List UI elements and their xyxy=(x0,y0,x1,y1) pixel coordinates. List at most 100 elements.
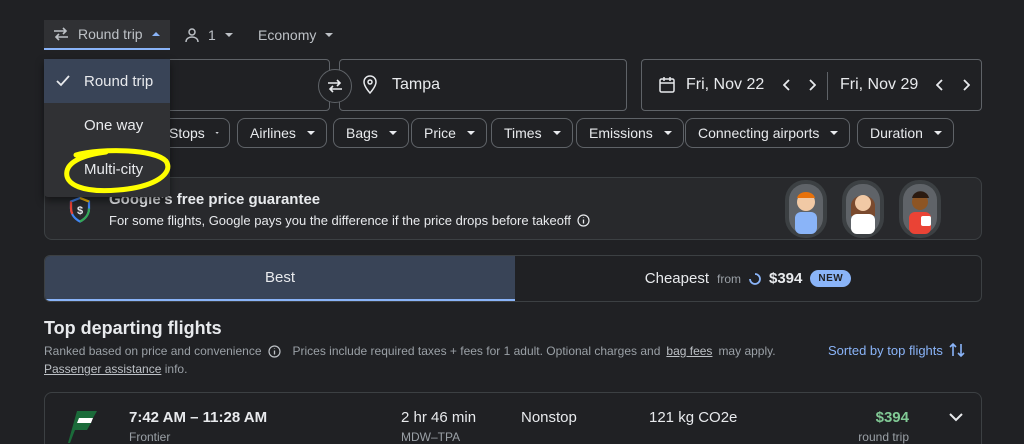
menu-item-label: Round trip xyxy=(84,72,154,90)
filter-duration-label: Duration xyxy=(870,125,923,141)
sort-label: Sorted by top flights xyxy=(828,342,943,358)
filter-emissions[interactable]: Emissions xyxy=(576,118,684,148)
depart-date-next-button[interactable] xyxy=(800,73,824,97)
return-date-prev-button[interactable] xyxy=(928,73,952,97)
sort-button[interactable]: Sorted by top flights xyxy=(828,342,965,358)
filter-price[interactable]: Price xyxy=(411,118,487,148)
filter-price-label: Price xyxy=(424,125,456,141)
cheapest-from-label: from xyxy=(717,271,741,286)
caret-down-icon xyxy=(830,131,839,135)
tab-best-label: Best xyxy=(264,269,295,286)
svg-text:$: $ xyxy=(77,205,83,217)
caret-down-icon xyxy=(466,131,475,135)
calendar-icon xyxy=(658,76,676,94)
check-icon xyxy=(56,75,70,87)
caret-up-icon xyxy=(151,31,161,37)
assistance-line: Passenger assistance info. xyxy=(44,362,187,376)
swap-arrows-icon xyxy=(326,78,344,94)
cheapest-price: $394 xyxy=(769,270,803,287)
menu-item-one-way[interactable]: One way xyxy=(44,103,170,147)
price-guarantee-banner: $ Google's free price guarantee For some… xyxy=(44,177,982,240)
caret-down-icon xyxy=(215,132,219,134)
loading-spinner-icon xyxy=(749,272,761,285)
swap-horiz-icon xyxy=(52,26,70,42)
flight-duration: 2 hr 46 min xyxy=(401,409,477,426)
menu-item-round-trip[interactable]: Round trip xyxy=(44,59,170,103)
assistance-info-text: info. xyxy=(164,362,188,376)
tab-best[interactable]: Best xyxy=(45,256,515,301)
return-date-value: Fri, Nov 29 xyxy=(840,76,919,93)
passenger-count: 1 xyxy=(208,27,216,43)
destination-field[interactable]: Tampa xyxy=(339,59,627,111)
chevron-left-icon xyxy=(783,79,790,91)
results-title: Top departing flights xyxy=(44,318,222,338)
flight-price-type: round trip xyxy=(858,430,909,444)
chevron-down-icon xyxy=(949,413,963,422)
caret-down-icon xyxy=(324,32,334,38)
trip-type-selector[interactable]: Round trip xyxy=(44,20,170,50)
flight-price: $394 xyxy=(875,409,909,426)
info-icon[interactable] xyxy=(577,214,590,227)
swap-locations-button[interactable] xyxy=(318,69,352,103)
filter-times[interactable]: Times xyxy=(491,118,573,148)
filter-stops-label: Stops xyxy=(169,125,205,141)
location-pin-icon xyxy=(362,75,378,95)
filter-airlines[interactable]: Airlines xyxy=(237,118,327,148)
highlight-circle-annotation xyxy=(62,147,174,195)
filter-connecting-airports[interactable]: Connecting airports xyxy=(685,118,851,148)
flight-route: MDW–TPA xyxy=(401,430,461,444)
filter-connecting-label: Connecting airports xyxy=(698,125,820,141)
frontier-logo-icon xyxy=(67,409,101,444)
trip-type-label: Round trip xyxy=(78,26,143,42)
tab-cheapest[interactable]: Cheapest from $394 NEW xyxy=(515,256,981,301)
return-date-next-button[interactable] xyxy=(954,73,978,97)
traveler-illustration-3 xyxy=(895,178,945,239)
ranked-text: Ranked based on price and convenience xyxy=(44,344,262,358)
chevron-right-icon xyxy=(809,79,816,91)
depart-date-prev-button[interactable] xyxy=(775,73,799,97)
filter-bags-label: Bags xyxy=(346,125,378,141)
flight-result-card[interactable]: 7:42 AM – 11:28 AM Frontier 2 hr 46 min … xyxy=(44,392,982,444)
caret-down-icon xyxy=(306,131,315,135)
destination-value: Tampa xyxy=(392,76,441,93)
cabin-class-label: Economy xyxy=(258,27,317,43)
dates-field: Fri, Nov 22 Fri, Nov 29 xyxy=(641,59,982,111)
cabin-class-selector[interactable]: Economy xyxy=(250,20,334,50)
passenger-selector[interactable]: 1 xyxy=(182,20,234,50)
flight-times: 7:42 AM – 11:28 AM xyxy=(129,409,268,426)
depart-date-value: Fri, Nov 22 xyxy=(686,76,765,93)
flight-stops: Nonstop xyxy=(521,409,577,426)
prices-text: Prices include required taxes + fees for… xyxy=(292,344,661,358)
date-divider xyxy=(827,72,828,100)
traveler-illustration-2 xyxy=(838,178,888,239)
expand-flight-button[interactable] xyxy=(949,413,963,422)
person-icon xyxy=(184,27,200,43)
caret-down-icon xyxy=(224,32,234,38)
bag-fees-link[interactable]: bag fees xyxy=(666,344,712,358)
filter-duration[interactable]: Duration xyxy=(857,118,954,148)
filter-bags[interactable]: Bags xyxy=(333,118,409,148)
menu-item-label: One way xyxy=(84,116,144,134)
filter-airlines-label: Airlines xyxy=(250,125,296,141)
chevron-right-icon xyxy=(963,79,970,91)
caret-down-icon xyxy=(552,131,561,135)
flight-emissions: 121 kg CO2e xyxy=(649,409,738,426)
caret-down-icon xyxy=(933,131,942,135)
google-shield-icon: $ xyxy=(69,197,91,223)
passenger-assistance-link[interactable]: Passenger assistance xyxy=(44,362,161,376)
airline-name: Frontier xyxy=(129,430,171,444)
promo-description: For some flights, Google pays you the di… xyxy=(109,213,590,228)
filter-emissions-label: Emissions xyxy=(589,125,653,141)
return-date-field[interactable]: Fri, Nov 29 xyxy=(840,60,918,110)
traveler-illustration-1 xyxy=(781,178,831,239)
sort-tabs: Best Cheapest from $394 NEW xyxy=(44,255,982,302)
chevron-left-icon xyxy=(936,79,943,91)
caret-down-icon xyxy=(388,131,397,135)
apply-text: may apply. xyxy=(718,344,776,358)
info-icon[interactable] xyxy=(267,344,281,358)
results-info-line: Ranked based on price and convenience Pr… xyxy=(44,344,776,358)
filter-times-label: Times xyxy=(504,125,542,141)
sort-arrows-icon xyxy=(949,342,965,358)
new-badge: NEW xyxy=(810,270,852,287)
caret-down-icon xyxy=(663,131,672,135)
